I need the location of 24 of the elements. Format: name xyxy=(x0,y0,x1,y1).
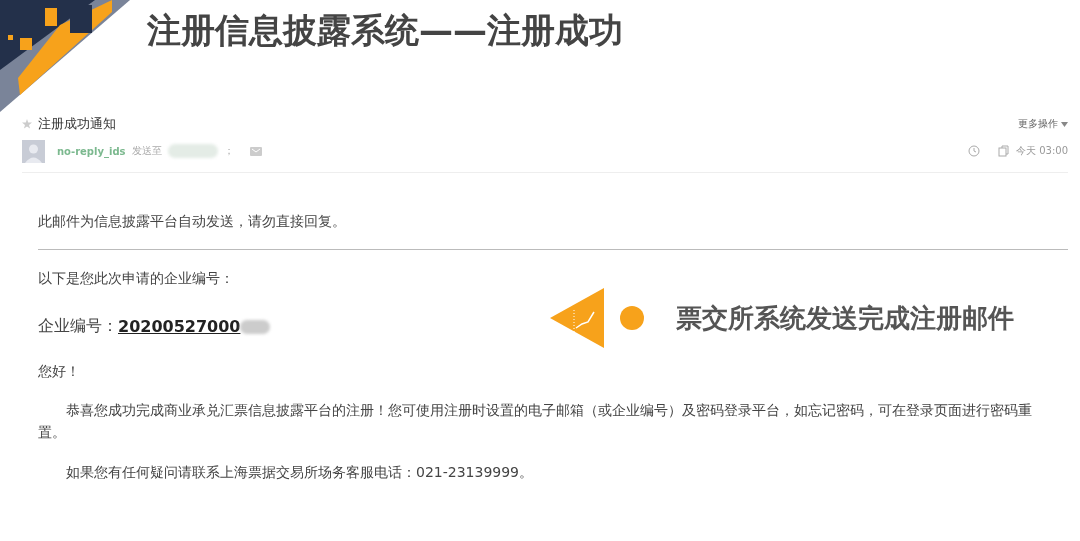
redaction-mark xyxy=(167,144,218,158)
copy-icon[interactable] xyxy=(998,145,1010,157)
intro-text: 以下是您此次申请的企业编号： xyxy=(38,270,235,288)
auto-send-notice: 此邮件为信息披露平台自动发送，请勿直接回复。 xyxy=(38,213,347,231)
recipient-separator: ； xyxy=(223,144,234,158)
chart-triangle-icon xyxy=(550,288,606,348)
more-actions-button[interactable]: 更多操作 xyxy=(1018,117,1068,131)
company-id: 20200527000 xyxy=(118,317,241,336)
company-id-label: 企业编号： xyxy=(38,316,118,337)
body-paragraph: 恭喜您成功完成商业承兑汇票信息披露平台的注册！您可使用注册时设置的电子邮箱（或企业编号）及密码登录平台，如忘记密码，可在登录页面进行密码重置。 xyxy=(38,401,1033,442)
bullet-dot xyxy=(620,306,644,330)
caret-icon xyxy=(1061,121,1068,127)
body-paragraph: 如果您有任何疑问请联系上海票据交易所场务客服电话：021-23139999。 xyxy=(65,463,535,482)
envelope-icon[interactable] xyxy=(249,145,262,157)
slide-title: 注册信息披露系统——注册成功 xyxy=(147,9,623,52)
redaction-mark xyxy=(240,319,271,334)
greeting: 您好！ xyxy=(38,363,81,381)
avatar-icon xyxy=(22,139,45,163)
email-subject: 注册成功通知 xyxy=(38,115,117,133)
email-time: 今天 03:00 xyxy=(1016,144,1068,158)
sent-to-label: 发送至 xyxy=(131,144,162,158)
star-icon[interactable] xyxy=(22,119,32,129)
clock-icon[interactable] xyxy=(968,145,980,157)
callout-text: 票交所系统发送完成注册邮件 xyxy=(676,301,1014,335)
